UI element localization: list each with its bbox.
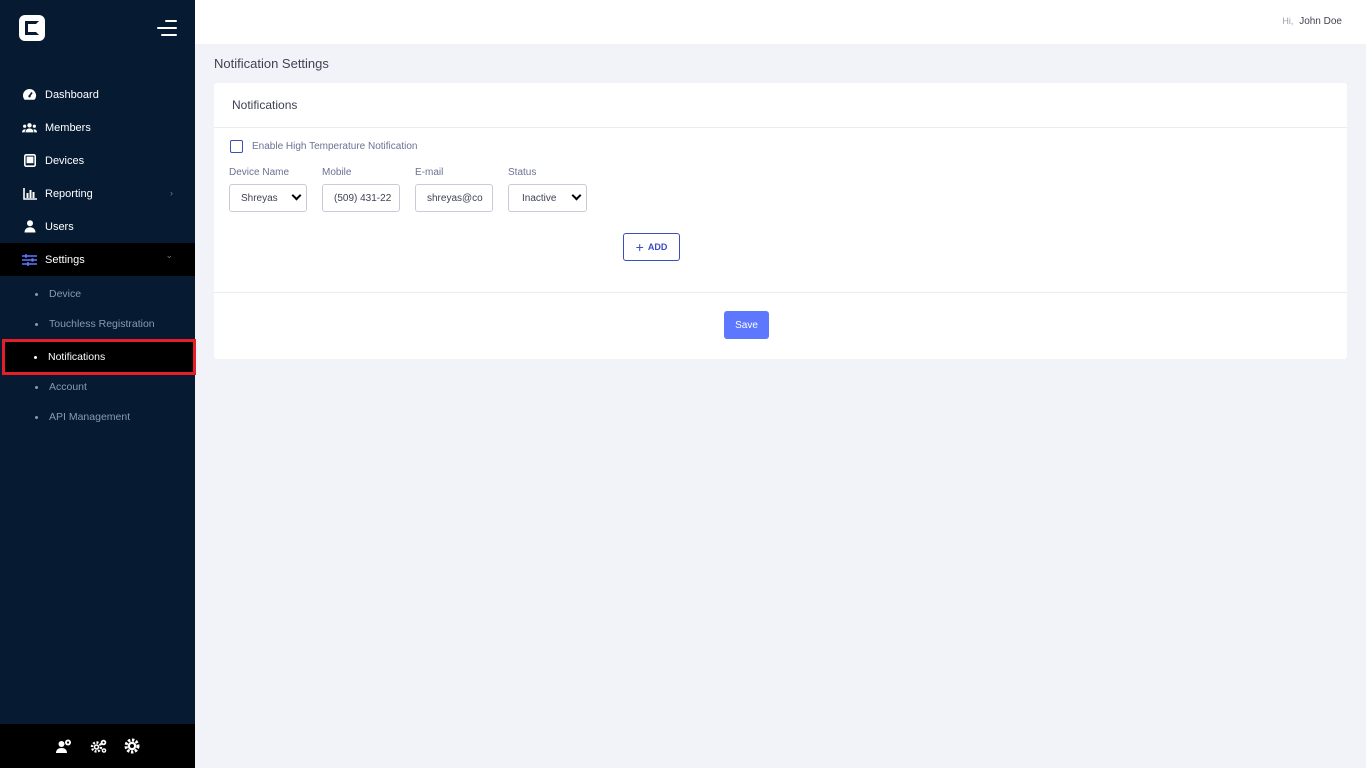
sidebar-item-settings[interactable]: Settings ⌄ [0, 243, 195, 276]
sidebar-item-devices[interactable]: Devices [0, 144, 195, 177]
sidebar-item-label: Devices [45, 154, 85, 167]
greeting-prefix: Hi, [1282, 16, 1294, 26]
sidebar-item-label: Dashboard [45, 88, 99, 101]
submenu-item-device[interactable]: Device [0, 279, 195, 309]
submenu-item-account[interactable]: Account [0, 372, 195, 402]
chevron-down-icon [291, 190, 302, 201]
notifications-card: Notifications Enable High Temperature No… [214, 83, 1347, 359]
top-header: Hi, John Doe [195, 0, 1366, 44]
page-title: Notification Settings [214, 56, 329, 71]
enable-notification-checkbox[interactable] [230, 140, 243, 153]
user-icon [22, 220, 37, 234]
status-value: Inactive [522, 192, 557, 204]
bullet-icon [35, 322, 38, 326]
chevron-down-icon [571, 190, 582, 201]
sidebar-item-label: Settings [45, 253, 85, 266]
status-field: Status Inactive [508, 167, 587, 212]
chevron-right-icon: › [170, 188, 173, 198]
bullet-icon [35, 415, 38, 419]
add-button[interactable]: + ADD [623, 233, 680, 261]
sidebar-item-label: Members [45, 121, 91, 134]
submenu-item-label: Device [49, 288, 82, 300]
device-name-field: Device Name Shreyas [229, 167, 307, 212]
sidebar: Dashboard Members Devices Reporting › Us… [0, 0, 196, 768]
email-label: E-mail [415, 167, 444, 178]
sidebar-menu: Dashboard Members Devices Reporting › Us… [0, 78, 196, 432]
chevron-down-icon: ⌄ [165, 250, 173, 260]
sidebar-item-reporting[interactable]: Reporting › [0, 177, 195, 210]
logo-icon[interactable] [19, 15, 45, 41]
mobile-value: (509) 431-22 [334, 192, 392, 204]
card-title: Notifications [214, 83, 1347, 128]
bar-chart-icon [22, 187, 37, 201]
submenu-item-label: Notifications [48, 351, 106, 363]
tablet-icon [22, 154, 37, 168]
user-greeting[interactable]: Hi, John Doe [1282, 16, 1342, 27]
status-select[interactable]: Inactive [508, 184, 587, 212]
mobile-label: Mobile [322, 167, 352, 178]
users-group-icon [22, 121, 37, 135]
email-field: E-mail shreyas@co [415, 167, 493, 212]
sidebar-item-users[interactable]: Users [0, 210, 195, 243]
bullet-icon [35, 385, 38, 389]
submenu-item-notifications[interactable]: Notifications [2, 339, 196, 375]
device-name-select[interactable]: Shreyas [229, 184, 307, 212]
email-input[interactable]: shreyas@co [415, 184, 493, 212]
plus-icon: + [635, 239, 644, 255]
sidebar-footer [0, 724, 195, 768]
mobile-input[interactable]: (509) 431-22 [322, 184, 400, 212]
dashboard-icon [22, 88, 37, 102]
sidebar-item-dashboard[interactable]: Dashboard [0, 78, 195, 111]
device-name-value: Shreyas [241, 192, 278, 204]
bullet-icon [35, 292, 38, 296]
brand [0, 0, 195, 56]
submenu-item-label: API Management [49, 411, 131, 423]
sliders-icon [22, 253, 37, 267]
high-temperature-toggle[interactable]: Enable High Temperature Notification [230, 140, 417, 153]
gear-icon[interactable] [124, 738, 140, 754]
submenu-item-label: Account [49, 381, 87, 393]
email-value: shreyas@co [427, 192, 483, 204]
save-button[interactable]: Save [724, 311, 769, 339]
menu-toggle-icon[interactable] [157, 20, 177, 36]
sidebar-item-label: Users [45, 220, 74, 233]
checkbox-label: Enable High Temperature Notification [252, 141, 418, 152]
submenu-item-api-management[interactable]: API Management [0, 402, 195, 432]
sidebar-item-label: Reporting [45, 187, 93, 200]
cogs-icon[interactable] [90, 738, 106, 754]
bullet-icon [34, 355, 37, 359]
user-settings-icon[interactable] [55, 738, 72, 754]
submenu-item-touchless-registration[interactable]: Touchless Registration [0, 309, 195, 339]
status-label: Status [508, 167, 537, 178]
mobile-field: Mobile (509) 431-22 [322, 167, 400, 212]
submenu-item-label: Touchless Registration [49, 318, 155, 330]
device-name-label: Device Name [229, 167, 290, 178]
user-name: John Doe [1299, 16, 1342, 27]
add-button-label: ADD [647, 242, 668, 252]
sidebar-item-members[interactable]: Members [0, 111, 195, 144]
card-divider [214, 292, 1347, 293]
